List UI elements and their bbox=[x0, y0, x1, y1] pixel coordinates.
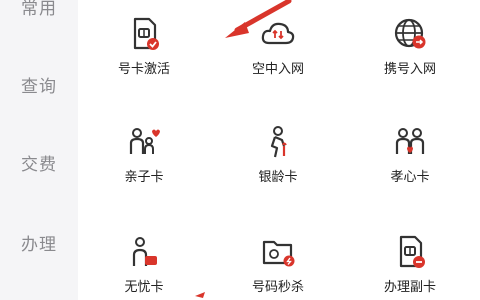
tile-sim-activation[interactable]: 号卡激活 bbox=[84, 16, 204, 77]
tile-label: 号卡激活 bbox=[117, 62, 170, 77]
tile-filial-card[interactable]: 孝心卡 bbox=[350, 124, 470, 185]
sim-card-secondary-icon bbox=[399, 235, 425, 268]
tile-parent-child-card[interactable]: 亲子卡 bbox=[84, 124, 204, 185]
sidebar-item-changyong[interactable]: 常用 bbox=[0, 0, 78, 19]
parent-child-icon bbox=[129, 128, 160, 154]
tile-worry-free-card[interactable]: 无忧卡 bbox=[84, 234, 204, 295]
tile-senior-card[interactable]: 银龄卡 bbox=[218, 124, 338, 185]
sim-card-check-icon bbox=[133, 17, 159, 50]
tile-secondary-card[interactable]: 办理副卡 bbox=[350, 234, 470, 295]
tile-label: 亲子卡 bbox=[124, 170, 164, 185]
person-card-icon bbox=[132, 237, 157, 266]
pointer-arrow-icon bbox=[225, 0, 292, 38]
pointer-arrow-icon bbox=[195, 292, 205, 298]
tile-label: 孝心卡 bbox=[390, 170, 430, 185]
folder-flash-icon bbox=[262, 240, 295, 267]
sidebar-item-banli[interactable]: 办理 bbox=[0, 230, 78, 255]
elderly-person-icon bbox=[270, 126, 287, 158]
sidebar-item-chaxun[interactable]: 查询 bbox=[0, 72, 78, 97]
tile-label: 办理副卡 bbox=[383, 280, 436, 295]
family-heart-icon bbox=[395, 128, 425, 154]
sidebar-item-jiaofei[interactable]: 交费 bbox=[0, 150, 78, 175]
service-grid: 号卡激活 空中入网 携号入网 亲子卡 银龄卡 孝心卡 无忧卡 号码秒杀 办理副卡 bbox=[78, 0, 480, 300]
tile-label: 空中入网 bbox=[251, 62, 304, 77]
tile-label: 号码秒杀 bbox=[251, 280, 304, 295]
tile-label: 无忧卡 bbox=[124, 280, 164, 295]
globe-transfer-icon bbox=[394, 18, 426, 49]
tile-label: 携号入网 bbox=[383, 62, 436, 77]
tile-number-portability[interactable]: 携号入网 bbox=[350, 16, 470, 77]
tile-label: 银龄卡 bbox=[258, 170, 298, 185]
tile-number-flash-sale[interactable]: 号码秒杀 bbox=[218, 234, 338, 295]
sidebar: 常用 查询 交费 办理 bbox=[0, 0, 78, 300]
